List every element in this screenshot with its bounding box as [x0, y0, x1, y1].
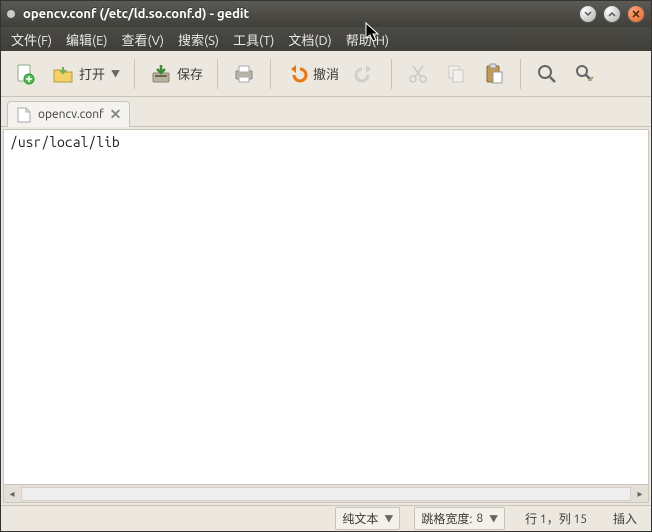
titlebar[interactable]: opencv.conf (/etc/ld.so.conf.d) - gedit	[1, 1, 651, 27]
maximize-button[interactable]	[603, 5, 621, 23]
new-file-button[interactable]	[9, 58, 41, 90]
tab-label: opencv.conf	[38, 108, 104, 121]
menu-file[interactable]: 文件(F)	[5, 28, 58, 51]
toolbar: 打开 ▼ 保存 撤消	[1, 51, 651, 97]
tabwidth-value: 8	[476, 512, 483, 525]
redo-icon	[353, 62, 377, 86]
toolbar-separator	[520, 59, 521, 89]
window-controls	[579, 5, 645, 23]
menu-tools[interactable]: 工具(T)	[227, 28, 280, 51]
open-label: 打开	[79, 64, 105, 83]
paste-button[interactable]	[478, 58, 510, 90]
cut-button	[402, 58, 434, 90]
save-icon	[149, 62, 173, 86]
toolbar-separator	[391, 59, 392, 89]
gedit-window: opencv.conf (/etc/ld.so.conf.d) - gedit …	[0, 0, 652, 532]
chevron-down-icon: ▼	[489, 512, 498, 525]
toolbar-separator	[270, 59, 271, 89]
close-button[interactable]	[627, 5, 645, 23]
paste-icon	[482, 62, 506, 86]
search-icon	[535, 62, 559, 86]
tabbar: opencv.conf ✕	[1, 97, 651, 127]
toolbar-separator	[217, 59, 218, 89]
tabwidth-label: 跳格宽度:	[421, 510, 472, 527]
text-editor[interactable]: /usr/local/lib	[3, 129, 649, 485]
scroll-left-icon[interactable]: ◂	[4, 486, 20, 502]
print-icon	[232, 62, 256, 86]
menu-help[interactable]: 帮助(H)	[340, 28, 395, 51]
print-button[interactable]	[228, 58, 260, 90]
cut-icon	[406, 62, 430, 86]
undo-label: 撤消	[313, 64, 339, 83]
find-replace-icon	[573, 62, 597, 86]
find-replace-button[interactable]	[569, 58, 601, 90]
tab-opencv-conf[interactable]: opencv.conf ✕	[7, 101, 130, 127]
scroll-right-icon[interactable]: ▸	[632, 486, 648, 502]
copy-icon	[444, 62, 468, 86]
chevron-down-icon: ▼	[111, 67, 120, 80]
syntax-selector[interactable]: 纯文本 ▼	[335, 507, 400, 530]
open-icon	[51, 62, 75, 86]
insert-mode: 插入	[607, 508, 643, 529]
chevron-down-icon: ▼	[384, 512, 393, 525]
syntax-label: 纯文本	[342, 510, 378, 527]
save-button[interactable]: 保存	[145, 58, 207, 90]
editor-container: /usr/local/lib ◂ ▸	[1, 127, 651, 505]
new-file-icon	[13, 62, 37, 86]
undo-button[interactable]: 撤消	[281, 58, 343, 90]
copy-button	[440, 58, 472, 90]
menu-search[interactable]: 搜索(S)	[172, 28, 225, 51]
scroll-track[interactable]	[21, 487, 631, 501]
menu-documents[interactable]: 文档(D)	[282, 28, 337, 51]
tabwidth-selector[interactable]: 跳格宽度: 8 ▼	[414, 507, 505, 530]
menubar: 文件(F) 编辑(E) 查看(V) 搜索(S) 工具(T) 文档(D) 帮助(H…	[1, 27, 651, 51]
statusbar: 纯文本 ▼ 跳格宽度: 8 ▼ 行 1，列 15 插入	[1, 505, 651, 531]
open-button[interactable]: 打开 ▼	[47, 58, 124, 90]
menu-view[interactable]: 查看(V)	[116, 28, 170, 51]
tab-close-icon[interactable]: ✕	[110, 106, 122, 123]
toolbar-separator	[134, 59, 135, 89]
horizontal-scrollbar[interactable]: ◂ ▸	[3, 485, 649, 503]
menu-edit[interactable]: 编辑(E)	[60, 28, 113, 51]
cursor-position: 行 1，列 15	[519, 508, 593, 529]
redo-button	[349, 58, 381, 90]
document-icon	[16, 107, 32, 123]
window-title: opencv.conf (/etc/ld.so.conf.d) - gedit	[23, 7, 571, 21]
modified-indicator	[7, 10, 15, 18]
minimize-button[interactable]	[579, 5, 597, 23]
save-label: 保存	[177, 64, 203, 83]
find-button[interactable]	[531, 58, 563, 90]
undo-icon	[285, 62, 309, 86]
